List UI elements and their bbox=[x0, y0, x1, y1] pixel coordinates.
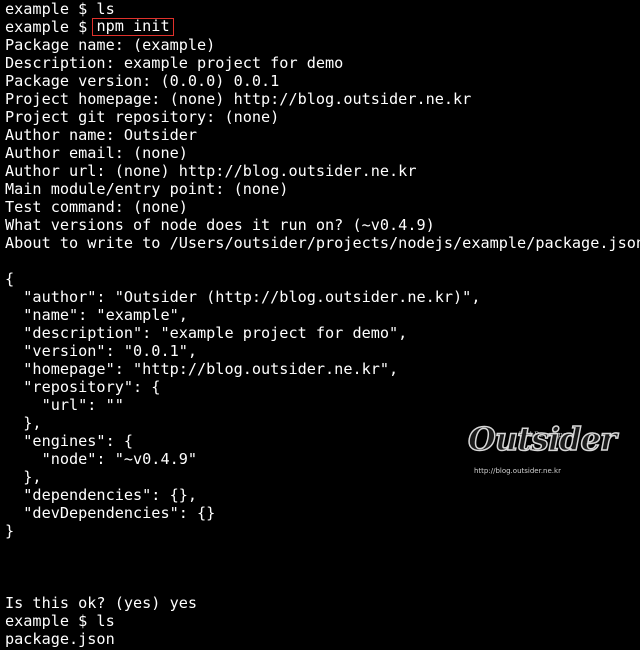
terminal-line: Test command: (none) bbox=[5, 198, 188, 216]
json-line: "homepage": "http://blog.outsider.ne.kr"… bbox=[5, 360, 399, 378]
json-line: "devDependencies": {} bbox=[5, 504, 216, 522]
json-line: "name": "example", bbox=[5, 306, 188, 324]
terminal-line: Author email: (none) bbox=[5, 144, 188, 162]
terminal-line: Package name: (example) bbox=[5, 36, 216, 54]
json-line: "url": "" bbox=[5, 396, 124, 414]
watermark-url: http://blog.outsider.ne.kr bbox=[474, 467, 561, 475]
json-line: "description": "example project for demo… bbox=[5, 324, 408, 342]
terminal-line: Package version: (0.0.0) 0.0.1 bbox=[5, 72, 280, 90]
terminal-line-highlighted-command: example $ npm init bbox=[0, 18, 640, 36]
terminal-line: Author url: (none) http://blog.outsider.… bbox=[5, 162, 417, 180]
terminal-line: Project git repository: (none) bbox=[5, 108, 280, 126]
json-line: } bbox=[5, 522, 15, 540]
highlighted-command-box: npm init bbox=[92, 18, 174, 36]
shell-prompt: example $ bbox=[5, 18, 97, 36]
watermark-name: Outsider bbox=[467, 420, 617, 458]
terminal-line: Main module/entry point: (none) bbox=[5, 180, 289, 198]
outsider-watermark-logo: WebDeveloper Outsider http://blog.outsid… bbox=[467, 422, 617, 476]
terminal-line: Project homepage: (none) http://blog.out… bbox=[5, 90, 472, 108]
terminal-window[interactable]: example $ ls example $ npm init Package … bbox=[0, 0, 640, 650]
terminal-line: About to write to /Users/outsider/projec… bbox=[5, 234, 640, 252]
json-line: { bbox=[5, 270, 15, 288]
terminal-line: Description: example project for demo bbox=[5, 54, 344, 72]
terminal-line: example $ ls bbox=[5, 0, 115, 18]
terminal-line: Author name: Outsider bbox=[5, 126, 198, 144]
json-line: "author": "Outsider (http://blog.outside… bbox=[5, 288, 481, 306]
terminal-line: Is this ok? (yes) yes bbox=[5, 594, 198, 612]
json-line: "dependencies": {}, bbox=[5, 486, 198, 504]
terminal-line: What versions of node does it run on? (~… bbox=[5, 216, 435, 234]
terminal-line: example $ ls bbox=[5, 612, 115, 630]
terminal-line: package.json bbox=[5, 630, 115, 648]
json-line: "version": "0.0.1", bbox=[5, 342, 198, 360]
json-line: "repository": { bbox=[5, 378, 161, 396]
